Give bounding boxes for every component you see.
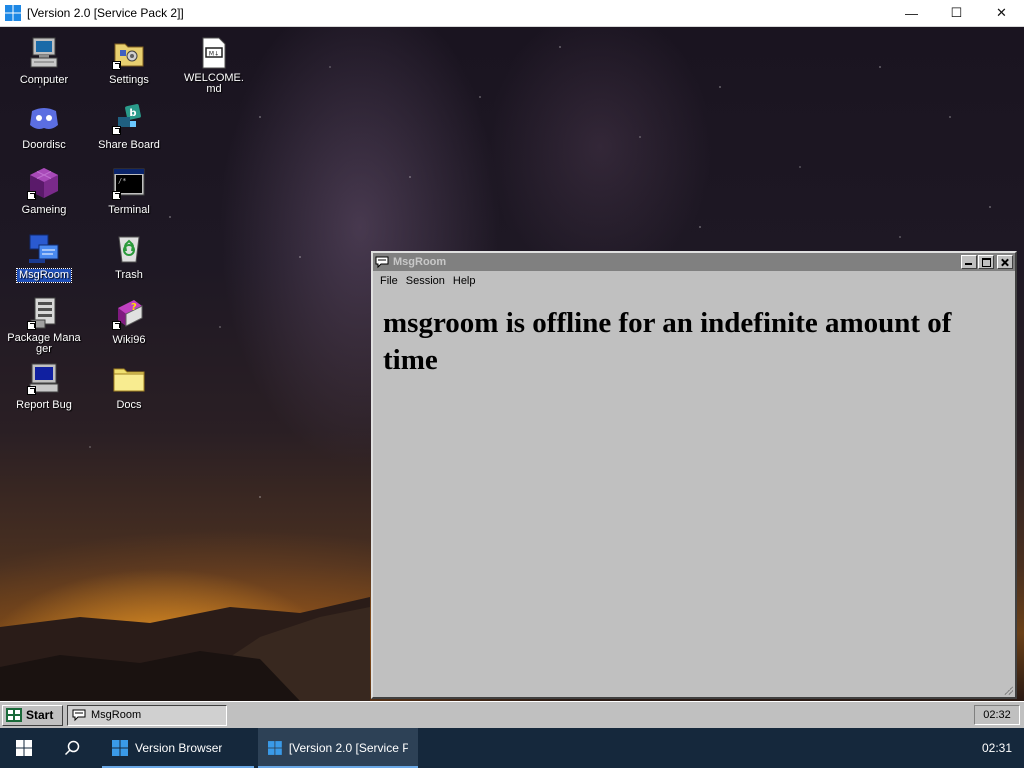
host-close-button[interactable]: ✕: [979, 0, 1024, 27]
windows-logo-icon: [268, 741, 282, 755]
windows-logo-icon: [112, 740, 128, 756]
host-window-controls: — ☐ ✕: [889, 0, 1024, 27]
resize-grip[interactable]: [1003, 685, 1013, 695]
desktop-icon-report-bug[interactable]: Report Bug: [3, 361, 85, 413]
desktop-icon-label: Trash: [115, 269, 143, 281]
desktop-icon-msgroom[interactable]: MsgRoom: [3, 231, 85, 283]
desktop-icon-label: Gameing: [21, 204, 67, 216]
host-task-version-browser[interactable]: Version Browser: [102, 728, 254, 768]
host-start-button[interactable]: [0, 728, 48, 768]
desktop-icon-gameing[interactable]: Gameing: [3, 166, 85, 218]
desktop-icon-settings[interactable]: Settings: [88, 36, 170, 88]
shortcut-arrow-icon: [112, 321, 121, 330]
markdown-file-icon: M↓: [202, 37, 226, 69]
svg-text:b: b: [129, 108, 136, 119]
desktop-icon-doordisc[interactable]: Doordisc: [3, 101, 85, 153]
shortcut-arrow-icon: [112, 126, 121, 135]
msgroom-titlebar[interactable]: MsgRoom: [373, 253, 1015, 271]
search-icon: [64, 740, 80, 756]
windows-logo-icon: [16, 740, 32, 756]
desktop-icon-terminal[interactable]: /* Terminal: [88, 166, 170, 218]
desktop-icon-label: Report Bug: [16, 399, 72, 411]
svg-text:M↓: M↓: [209, 51, 219, 58]
retro-task-label: MsgRoom: [91, 709, 142, 721]
host-taskbar: Version Browser [Version 2.0 [Service Pa…: [0, 728, 1024, 768]
recycle-bin-icon: [118, 236, 140, 263]
host-minimize-button[interactable]: —: [889, 0, 934, 27]
desktop-icon-computer[interactable]: Computer: [3, 36, 85, 88]
desktop-icon-label: Terminal: [108, 204, 150, 216]
close-icon: ✕: [996, 5, 1007, 20]
desktop-icon-wiki96[interactable]: ? Wiki96: [88, 296, 170, 348]
maximize-icon: ☐: [950, 5, 963, 20]
desktop-icon-label: Docs: [116, 399, 142, 411]
msgroom-offline-message: msgroom is offline for an indefinite amo…: [383, 307, 952, 376]
shortcut-arrow-icon: [27, 386, 36, 395]
msgroom-window-controls: [961, 255, 1013, 269]
host-window-titlebar[interactable]: [Version 2.0 [Service Pack 2]] — ☐ ✕: [0, 0, 1024, 27]
minimize-icon: —: [905, 5, 918, 21]
desktop-icon-welcome-md[interactable]: M↓ WELCOME.md: [173, 36, 255, 97]
retro-taskbar: Start MsgRoom 02:32: [0, 701, 1024, 728]
desktop-icon-label: Computer: [19, 74, 69, 86]
msgroom-menubar: File Session Help: [373, 271, 1015, 291]
desktop-icon-package-manager[interactable]: Package Manager: [3, 296, 85, 357]
desktop-icon-share-board[interactable]: b Share Board: [88, 101, 170, 153]
desktop-icon-label: WELCOME.md: [184, 72, 244, 95]
start-label: Start: [26, 708, 54, 722]
host-maximize-button[interactable]: ☐: [934, 0, 979, 27]
desktop-icon-docs[interactable]: Docs: [88, 361, 170, 413]
host-window-title: [Version 2.0 [Service Pack 2]]: [27, 6, 184, 20]
speech-bubble-icon: [72, 709, 86, 722]
host-task-label: Version Browser: [135, 741, 223, 755]
msgroom-minimize-button[interactable]: [961, 255, 977, 269]
desktop-icon-label: Wiki96: [112, 334, 146, 346]
desktop[interactable]: Computer Settings M↓ WELCOME.md Doordisc…: [0, 27, 1024, 701]
menu-help[interactable]: Help: [449, 273, 480, 289]
msgroom-window-title: MsgRoom: [393, 256, 447, 268]
menu-file[interactable]: File: [376, 273, 402, 289]
retro-task-msgroom[interactable]: MsgRoom: [67, 704, 227, 726]
desktop-icon-label: Package Manager: [7, 332, 81, 355]
start-logo-icon: [6, 708, 22, 722]
msgroom-icon: [29, 234, 59, 263]
speech-bubble-icon: [375, 256, 389, 269]
host-clock: 02:31: [981, 741, 1012, 755]
svg-text:?: ?: [131, 302, 137, 313]
host-search-button[interactable]: [48, 728, 96, 768]
msgroom-window[interactable]: MsgRoom File Session Help msgroom is off…: [371, 251, 1017, 699]
windows-logo-icon: [5, 5, 21, 21]
desktop-icon-label: Share Board: [98, 139, 160, 151]
retro-clock: 02:32: [974, 705, 1020, 725]
shortcut-arrow-icon: [27, 191, 36, 200]
svg-text:/*: /*: [118, 177, 126, 185]
folder-icon: [113, 368, 145, 392]
discord-icon: [30, 108, 58, 129]
desktop-icon-label: MsgRoom: [15, 268, 73, 283]
desktop-icon-trash[interactable]: Trash: [88, 231, 170, 283]
retro-start-button[interactable]: Start: [2, 704, 63, 726]
host-task-label: [Version 2.0 [Service Pa...: [288, 741, 408, 755]
host-task-version-window[interactable]: [Version 2.0 [Service Pa...: [258, 728, 418, 768]
computer-icon: [30, 37, 58, 68]
shortcut-arrow-icon: [112, 191, 121, 200]
msgroom-close-button[interactable]: [997, 255, 1013, 269]
desktop-icon-label: Doordisc: [22, 139, 66, 151]
msgroom-maximize-button[interactable]: [978, 255, 994, 269]
shortcut-arrow-icon: [27, 321, 36, 330]
menu-session[interactable]: Session: [402, 273, 449, 289]
shortcut-arrow-icon: [112, 61, 121, 70]
desktop-icon-label: Settings: [109, 74, 149, 86]
